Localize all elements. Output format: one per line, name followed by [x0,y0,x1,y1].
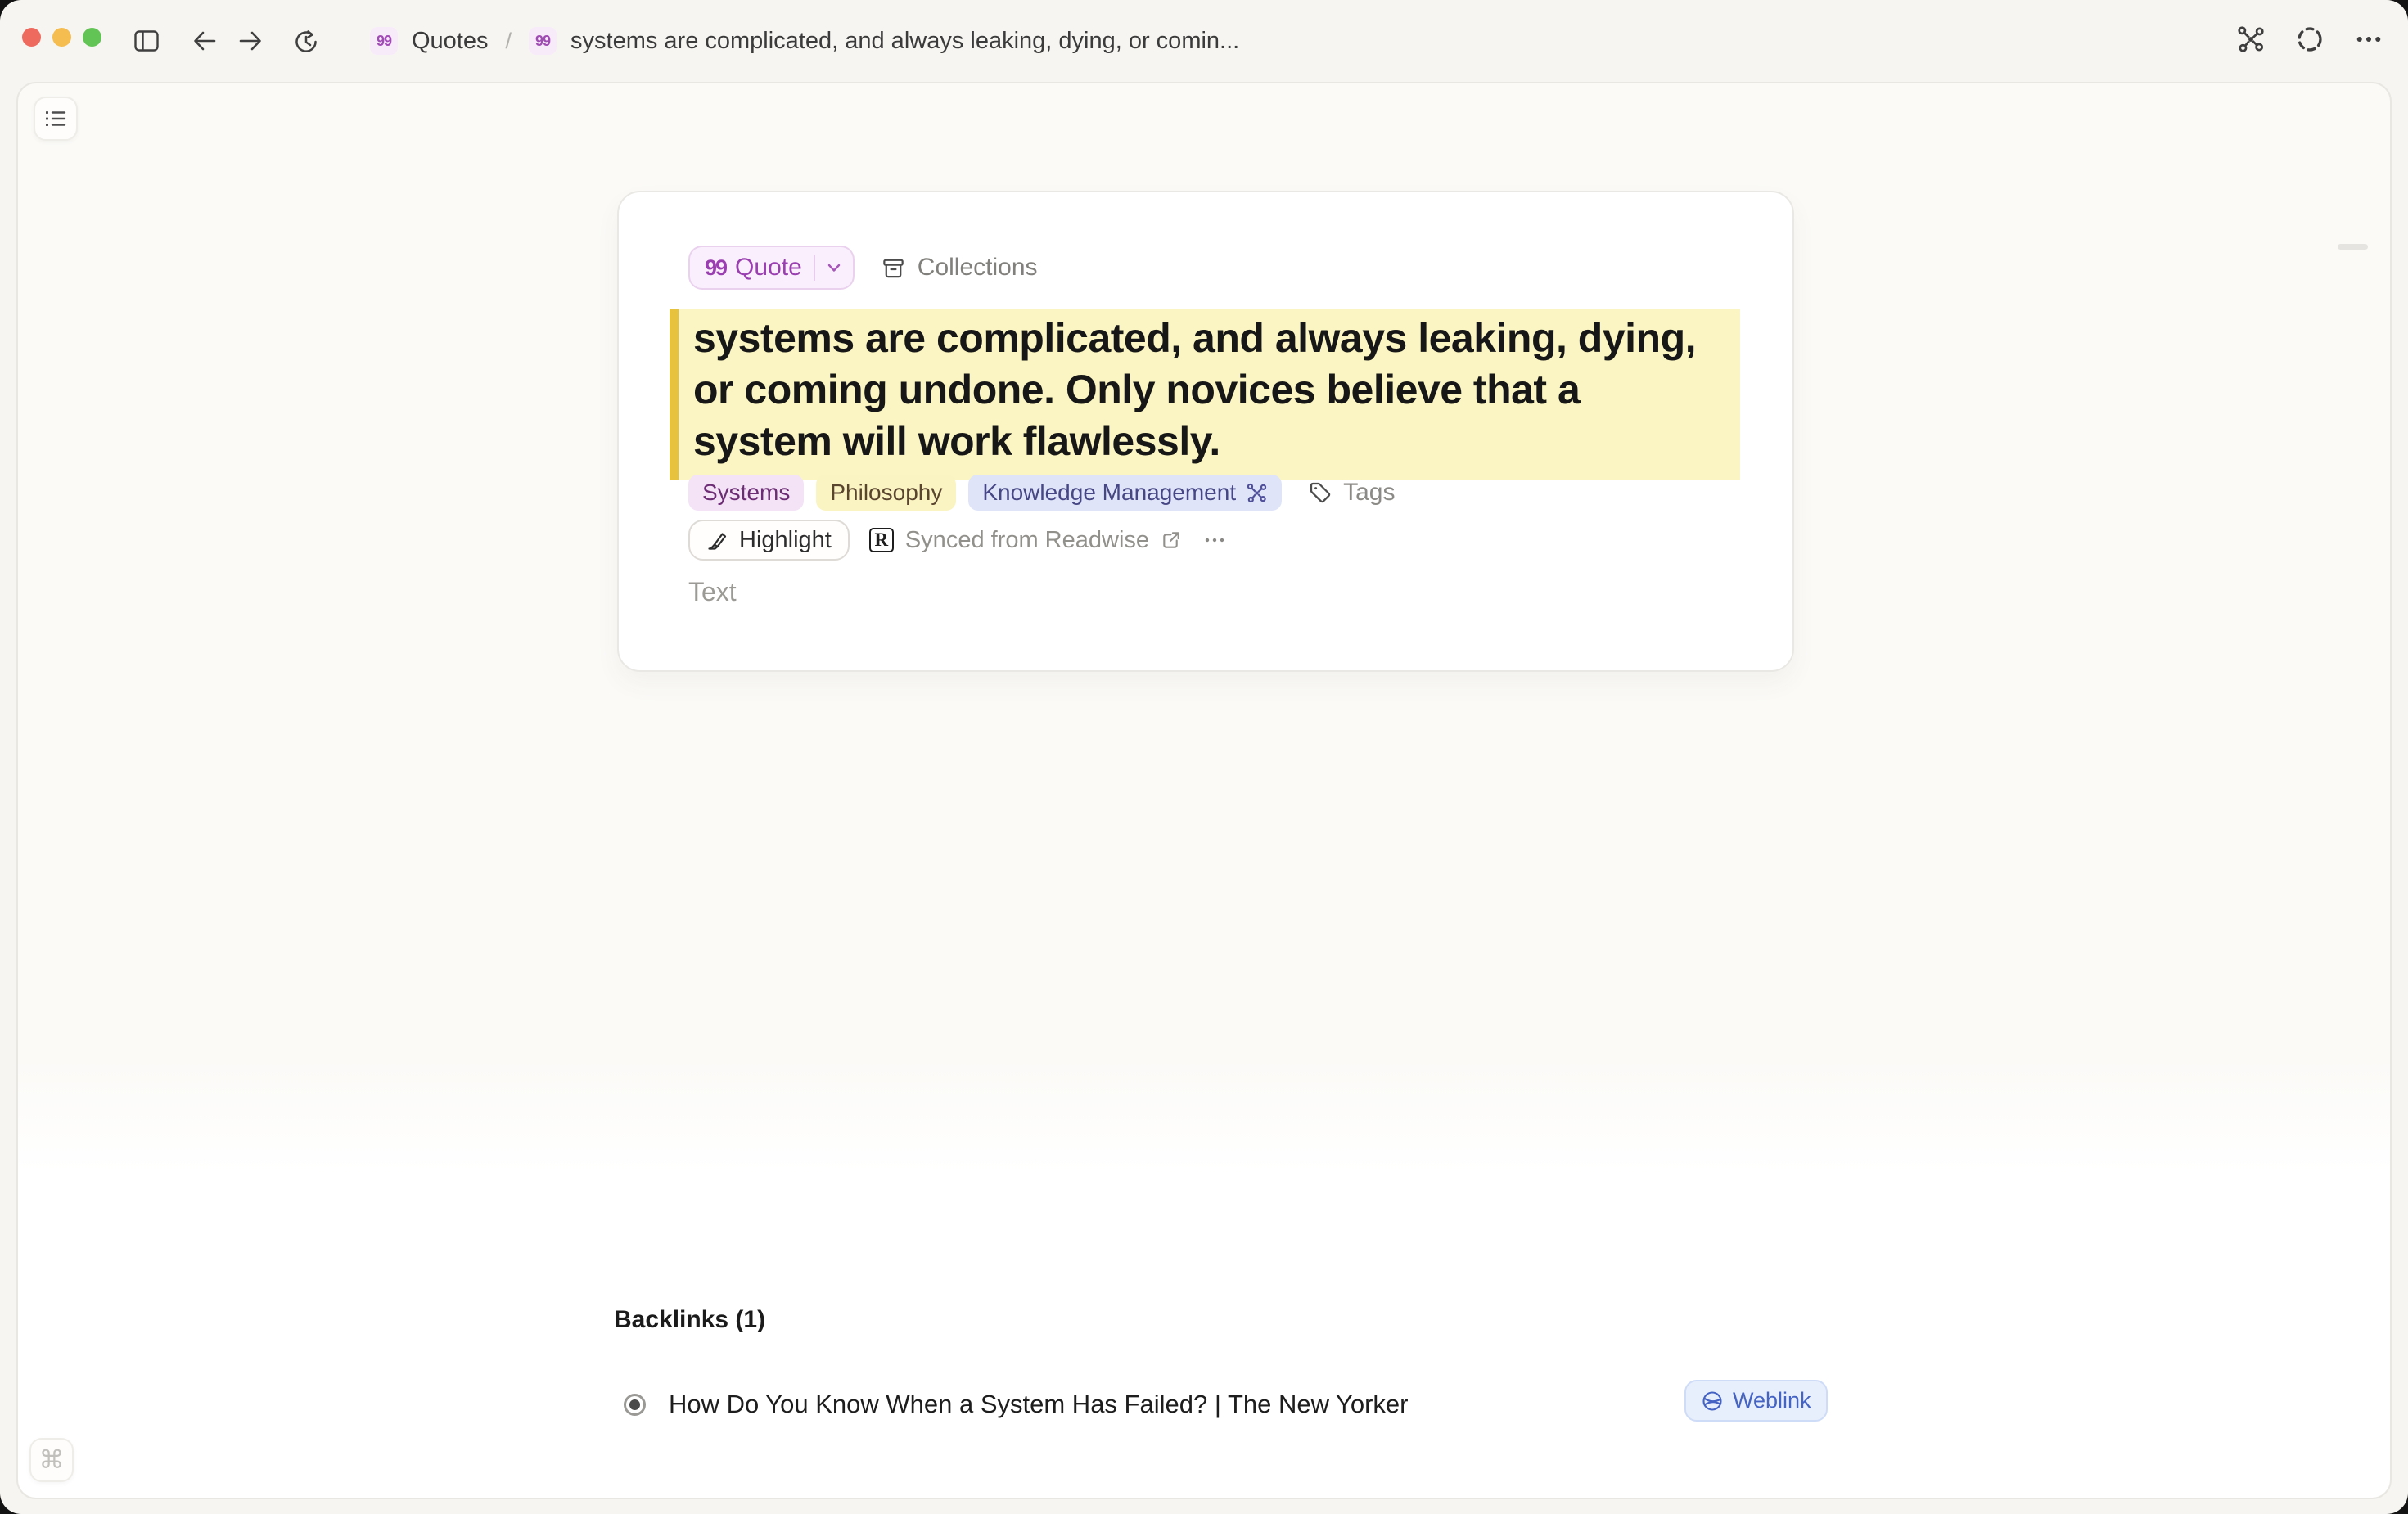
readwise-source[interactable]: R Synced from Readwise [869,527,1181,554]
content-panel: ⌘ 99 Quote [16,82,2392,1499]
badge-divider [814,255,815,281]
quote-glyph-icon: 99 [705,255,726,281]
minimize-window-button[interactable] [52,28,71,47]
backlink-row[interactable]: How Do You Know When a System Has Failed… [624,1386,1409,1422]
chevron-down-icon[interactable] [825,259,843,277]
quote-card: 99 Quote Collections [617,191,1794,672]
zoom-window-button[interactable] [83,28,101,47]
titlebar: 99 Quotes / 99 systems are complicated, … [0,0,2408,82]
traffic-lights [22,28,101,47]
tag-label: Knowledge Management [982,480,1236,506]
weblink-object-icon [624,1394,646,1416]
command-palette-button[interactable]: ⌘ [29,1438,74,1482]
highlighter-icon [706,529,729,552]
history-icon[interactable] [292,27,320,55]
forward-icon[interactable] [237,29,264,52]
tag-pill[interactable]: Systems [688,475,804,511]
backlinks-heading: Backlinks (1) [614,1306,765,1334]
quote-title[interactable]: systems are complicated, and always leak… [679,309,1740,480]
quote-title-block[interactable]: systems are complicated, and always leak… [670,309,1740,480]
text-placeholder[interactable]: Text [688,577,737,607]
weblink-type-badge[interactable]: Weblink [1684,1380,1828,1422]
more-options-icon[interactable] [2354,25,2383,58]
weblink-object-icon-dot [629,1399,640,1410]
weblink-badge-label: Weblink [1733,1388,1811,1413]
add-tags-button[interactable]: Tags [1308,479,1395,507]
sidebar-toggle-icon[interactable] [133,29,160,53]
breadcrumb: 99 Quotes / 99 systems are complicated, … [370,0,1239,82]
tag-label: Philosophy [830,480,942,506]
globe-icon [1701,1390,1724,1413]
highlight-left-bar [670,309,679,480]
back-icon[interactable] [192,29,218,52]
graph-icon [1246,482,1268,504]
app-window: 99 Quotes / 99 systems are complicated, … [0,0,2408,1514]
breadcrumb-root[interactable]: Quotes [412,28,489,55]
more-properties-icon[interactable] [1202,528,1227,552]
object-type-badge[interactable]: 99 Quote [688,246,855,290]
graph-view-icon[interactable] [2236,25,2266,58]
tag-pill[interactable]: Knowledge Management [968,475,1282,511]
readwise-logo: R [869,528,894,552]
tag-icon [1308,480,1333,505]
outline-button[interactable] [34,97,78,141]
scroll-position-indicator[interactable] [2338,244,2368,250]
command-icon: ⌘ [39,1448,65,1473]
object-type-label: Quote [735,254,802,282]
tag-pill[interactable]: Philosophy [816,475,956,511]
collections-label: Collections [918,254,1038,282]
sync-status-icon[interactable] [2295,25,2325,58]
highlight-button-label: Highlight [739,527,832,554]
breadcrumb-separator: / [506,29,512,54]
object-type-row: 99 Quote Collections [688,245,1038,291]
quote-type-icon: 99 [529,27,557,55]
tag-label: Systems [702,480,790,506]
close-window-button[interactable] [22,28,41,47]
tags-label: Tags [1343,479,1395,507]
property-row: Highlight R Synced from Readwise [688,520,1227,561]
tags-row: Systems Philosophy Knowledge Management [688,475,1395,511]
synced-from-readwise-label: Synced from Readwise [905,527,1149,554]
titlebar-actions [2236,0,2383,82]
quote-type-icon: 99 [370,27,398,55]
collections-button[interactable]: Collections [881,254,1038,282]
highlight-button[interactable]: Highlight [688,520,850,561]
breadcrumb-current[interactable]: systems are complicated, and always leak… [570,28,1239,55]
collections-box-icon [881,255,906,281]
backlink-title[interactable]: How Do You Know When a System Has Failed… [669,1390,1409,1419]
external-link-icon[interactable] [1161,530,1181,551]
